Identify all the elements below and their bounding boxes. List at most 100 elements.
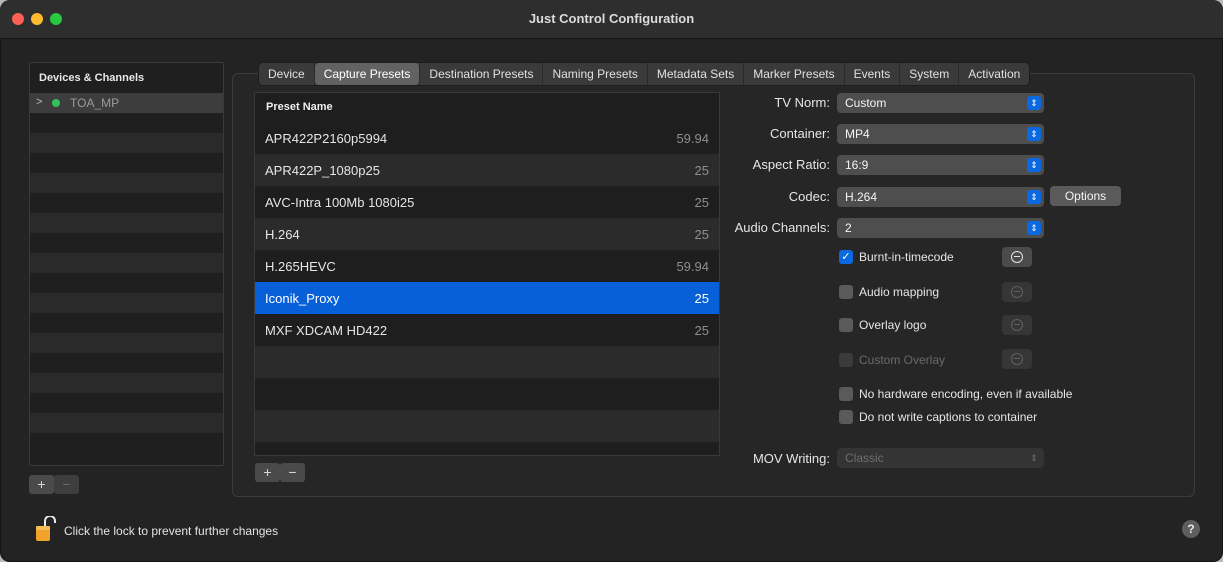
table-row[interactable]: H.265HEVC 59.94	[255, 250, 719, 282]
tab-events[interactable]: Events	[845, 63, 901, 85]
burnt-in-timecode-checkbox[interactable]: ✓ Burnt-in-timecode	[839, 250, 999, 266]
preset-frame-rate: 25	[694, 291, 709, 306]
preset-name: APR422P_1080p25	[265, 163, 380, 178]
device-name: TOA_MP	[70, 96, 120, 110]
preset-name: APR422P2160p5994	[265, 131, 388, 146]
preset-frame-rate: 59.94	[676, 131, 709, 146]
preset-rows: APR422P2160p5994 59.94 APR422P_1080p25 2…	[255, 122, 719, 454]
select-arrows-icon: ⇕	[1027, 127, 1041, 141]
preset-name-column-header[interactable]: Preset Name	[255, 93, 719, 119]
empty-row	[255, 442, 719, 454]
remove-preset-button[interactable]: −	[280, 463, 305, 482]
chevron-right-icon[interactable]: >	[36, 96, 42, 108]
tv-norm-select[interactable]: Custom ⇕	[837, 93, 1044, 113]
app-window: Just Control Configuration Devices & Cha…	[0, 0, 1223, 562]
tab-activation[interactable]: Activation	[959, 63, 1029, 85]
help-button[interactable]: ?	[1182, 520, 1200, 538]
tab-device[interactable]: Device	[259, 63, 315, 85]
aspect-ratio-select[interactable]: 16:9 ⇕	[837, 155, 1044, 175]
lock-icon[interactable]	[36, 516, 56, 542]
empty-row	[30, 313, 223, 333]
custom-overlay-checkbox[interactable]: Custom Overlay	[839, 353, 999, 369]
tv-norm-label: TV Norm:	[774, 95, 830, 110]
tab-capture-presets[interactable]: Capture Presets	[314, 63, 421, 85]
empty-row	[30, 233, 223, 253]
minus-circle-icon	[1011, 251, 1023, 263]
container-select[interactable]: MP4 ⇕	[837, 124, 1044, 144]
table-row-selected[interactable]: Iconik_Proxy 25	[255, 282, 719, 314]
preset-frame-rate: 25	[694, 227, 709, 242]
no-captions-checkbox[interactable]: Do not write captions to container	[839, 410, 1129, 426]
empty-row	[30, 293, 223, 313]
empty-row	[30, 153, 223, 173]
empty-row	[30, 193, 223, 213]
container-label: Container:	[770, 126, 830, 141]
empty-row	[30, 393, 223, 413]
overlay-logo-settings-button[interactable]	[1002, 315, 1032, 335]
codec-options-button[interactable]: Options	[1050, 186, 1121, 206]
minus-circle-icon	[1011, 319, 1023, 331]
preset-name: MXF XDCAM HD422	[265, 323, 388, 338]
preset-list-buttons: + −	[255, 463, 305, 482]
empty-row	[30, 253, 223, 273]
tab-marker-presets[interactable]: Marker Presets	[744, 63, 845, 85]
devices-channels-header: Devices & Channels	[39, 72, 145, 84]
codec-label: Codec:	[788, 189, 830, 204]
no-hardware-encoding-checkbox[interactable]: No hardware encoding, even if available	[839, 387, 1129, 403]
aspect-ratio-label: Aspect Ratio:	[752, 157, 830, 172]
preset-table: Preset Name APR422P2160p5994 59.94 APR42…	[254, 92, 720, 456]
audio-mapping-checkbox[interactable]: Audio mapping	[839, 285, 999, 301]
empty-row	[30, 433, 223, 453]
tab-bar: Device Capture Presets Destination Prese…	[258, 62, 1031, 86]
empty-row	[30, 353, 223, 373]
remove-device-button[interactable]: −	[54, 475, 79, 494]
minus-circle-icon	[1011, 353, 1023, 365]
table-row[interactable]: APR422P2160p5994 59.94	[255, 122, 719, 154]
minus-circle-icon	[1011, 286, 1023, 298]
device-list-buttons: + −	[29, 475, 79, 494]
device-rows: > TOA_MP	[30, 93, 223, 453]
empty-row	[30, 373, 223, 393]
audio-channels-label: Audio Channels:	[734, 220, 830, 235]
window-title: Just Control Configuration	[528, 11, 695, 26]
preset-name: Iconik_Proxy	[265, 291, 340, 306]
empty-row	[30, 413, 223, 433]
status-dot-icon	[52, 99, 60, 107]
tab-destination-presets[interactable]: Destination Presets	[420, 63, 544, 85]
preset-frame-rate: 25	[694, 163, 709, 178]
empty-row	[255, 378, 719, 410]
title-bar: Just Control Configuration	[0, 0, 1223, 39]
select-arrows-icon: ⇕	[1027, 96, 1041, 110]
codec-select[interactable]: H.264 ⇕	[837, 187, 1044, 207]
empty-row	[30, 173, 223, 193]
device-row-toa-mp[interactable]: > TOA_MP	[30, 93, 223, 113]
add-preset-button[interactable]: +	[255, 463, 280, 482]
select-arrows-icon: ⇕	[1027, 190, 1041, 204]
empty-row	[30, 273, 223, 293]
tab-naming-presets[interactable]: Naming Presets	[543, 63, 648, 85]
lock-status-text: Click the lock to prevent further change…	[64, 524, 279, 538]
tab-metadata-sets[interactable]: Metadata Sets	[648, 63, 745, 85]
table-row[interactable]: APR422P_1080p25 25	[255, 154, 719, 186]
empty-row	[255, 410, 719, 442]
preset-frame-rate: 25	[694, 323, 709, 338]
preset-frame-rate: 59.94	[676, 259, 709, 274]
empty-row	[30, 133, 223, 153]
audio-mapping-settings-button[interactable]	[1002, 282, 1032, 302]
select-arrows-icon: ⇕	[1027, 221, 1041, 235]
burnt-in-timecode-settings-button[interactable]	[1002, 247, 1032, 267]
audio-channels-select[interactable]: 2 ⇕	[837, 218, 1044, 238]
mov-writing-select[interactable]: Classic ⇕	[837, 448, 1044, 468]
overlay-logo-checkbox[interactable]: Overlay logo	[839, 318, 999, 334]
empty-row	[30, 213, 223, 233]
table-row[interactable]: MXF XDCAM HD422 25	[255, 314, 719, 346]
checkmark-icon[interactable]: ✓	[839, 250, 853, 264]
add-device-button[interactable]: +	[29, 475, 54, 494]
tab-system[interactable]: System	[900, 63, 960, 85]
select-arrows-icon: ⇕	[1030, 453, 1038, 463]
table-row[interactable]: H.264 25	[255, 218, 719, 250]
devices-channels-list: Devices & Channels > TOA_MP	[29, 62, 224, 466]
preset-name: H.264	[265, 227, 300, 242]
table-row[interactable]: AVC-Intra 100Mb 1080i25 25	[255, 186, 719, 218]
custom-overlay-settings-button[interactable]	[1002, 349, 1032, 369]
